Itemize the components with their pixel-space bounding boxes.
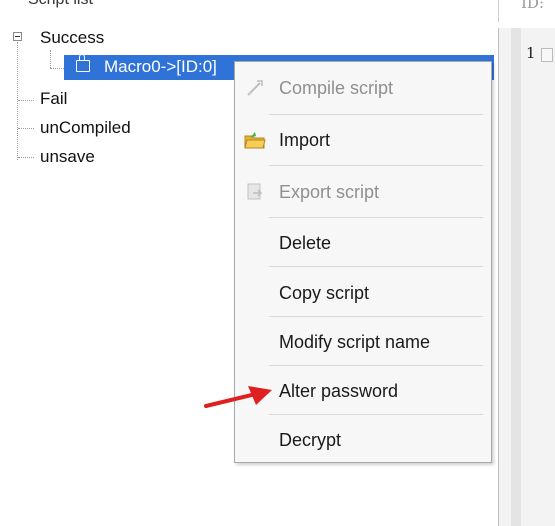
- tree-connector-line: [18, 128, 34, 129]
- menu-separator: [269, 266, 483, 267]
- editor-header: ID:: [498, 0, 555, 22]
- menu-item-export-script[interactable]: Export script: [235, 168, 491, 216]
- menu-item-compile-script[interactable]: Compile script: [235, 64, 491, 112]
- compile-icon: [247, 80, 263, 96]
- menu-separator: [269, 217, 483, 218]
- tree-connector-line: [18, 157, 34, 158]
- editor-id-label: ID:: [521, 0, 545, 12]
- menu-item-decrypt[interactable]: Decrypt: [235, 416, 491, 464]
- menu-separator: [269, 114, 483, 115]
- menu-separator: [269, 414, 483, 415]
- tree-node-unsave[interactable]: unsave: [40, 147, 95, 167]
- annotation-arrow-icon: [204, 386, 272, 408]
- menu-item-label: Delete: [279, 233, 332, 253]
- editor-text-cursor-area[interactable]: [541, 48, 553, 62]
- folder-import-icon: [244, 132, 266, 149]
- export-icon: [247, 183, 263, 200]
- tree-node-macro0-label: Macro0->[ID:0]: [104, 57, 217, 76]
- menu-item-label: Import: [279, 130, 331, 150]
- menu-separator: [269, 365, 483, 366]
- menu-separator: [269, 165, 483, 166]
- menu-item-label: Alter password: [279, 381, 399, 401]
- collapse-toggle-icon[interactable]: [13, 32, 22, 41]
- script-editor[interactable]: 1: [498, 28, 555, 526]
- tree-connector-line: [18, 100, 34, 101]
- tree-node-success[interactable]: Success: [40, 28, 104, 48]
- menu-item-label: Copy script: [279, 283, 370, 303]
- menu-item-label: Compile script: [279, 78, 394, 98]
- menu-item-label: Modify script name: [279, 332, 431, 352]
- panel-title: Script list: [28, 0, 93, 9]
- tree-connector-line: [50, 50, 51, 68]
- lock-icon: [76, 54, 90, 72]
- line-number: 1: [526, 44, 536, 62]
- tree-node-fail[interactable]: Fail: [40, 89, 67, 109]
- menu-item-delete[interactable]: Delete: [235, 219, 491, 267]
- menu-item-copy-script[interactable]: Copy script: [235, 269, 491, 317]
- menu-item-import[interactable]: Import: [235, 116, 491, 164]
- menu-item-label: Decrypt: [279, 430, 342, 450]
- menu-item-label: Export script: [279, 182, 380, 202]
- menu-item-modify-script-name[interactable]: Modify script name: [235, 318, 491, 366]
- menu-separator: [269, 316, 483, 317]
- tree-node-uncompiled[interactable]: unCompiled: [40, 118, 131, 138]
- tree-connector-line: [17, 42, 18, 160]
- tree-connector-line: [50, 68, 64, 69]
- editor-gutter: [511, 28, 521, 526]
